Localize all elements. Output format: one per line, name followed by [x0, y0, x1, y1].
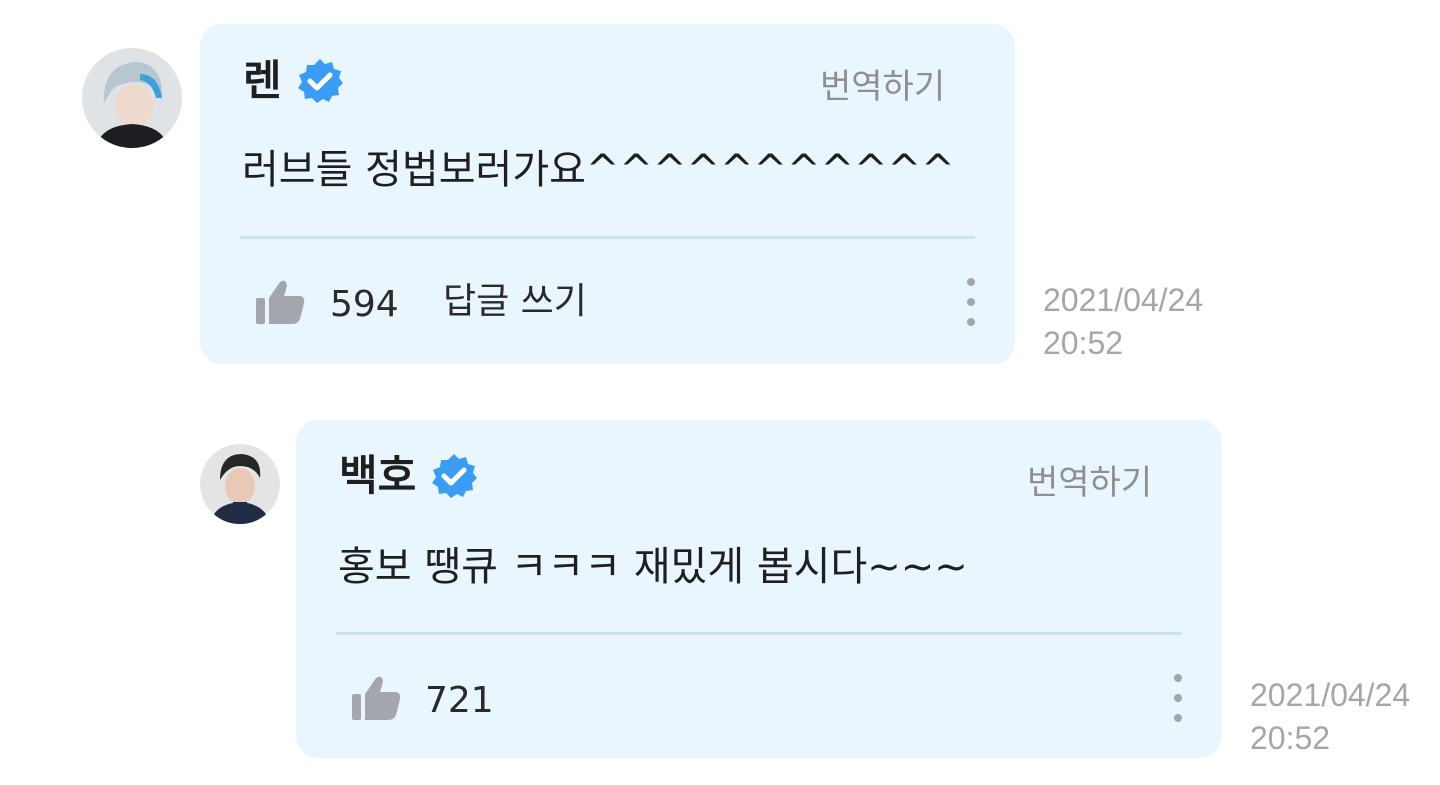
timestamp: 2021/04/24 20:52	[1250, 674, 1410, 760]
author-name[interactable]: 렌	[243, 60, 282, 102]
more-options-icon[interactable]	[965, 278, 977, 326]
comment-text: 러브들 정법보러가요^^^^^^^^^^^	[242, 147, 955, 193]
timestamp-date: 2021/04/24	[1043, 282, 1204, 318]
avatar-image	[200, 444, 280, 524]
author-name[interactable]: 백호	[339, 455, 416, 497]
timestamp-date: 2021/04/24	[1250, 677, 1411, 713]
reply-button[interactable]: 답글 쓰기	[443, 284, 587, 320]
like-count: 594	[330, 284, 399, 325]
more-options-icon[interactable]	[1172, 674, 1184, 722]
avatar-image	[82, 48, 182, 148]
verified-badge-icon	[432, 454, 478, 498]
author-avatar[interactable]	[82, 48, 182, 148]
like-count: 721	[425, 680, 494, 721]
timestamp-time: 20:52	[1250, 720, 1331, 756]
divider	[336, 632, 1182, 635]
thumbs-up-icon[interactable]	[254, 278, 306, 326]
thumbs-up-icon[interactable]	[350, 674, 402, 722]
timestamp-time: 20:52	[1043, 325, 1124, 361]
verified-badge-icon	[297, 59, 343, 103]
comment-text: 홍보 땡큐 ㅋㅋㅋ 재밌게 봅시다~~~	[338, 544, 968, 590]
author-row: 렌	[243, 57, 344, 105]
translate-button[interactable]: 번역하기	[1027, 466, 1152, 500]
timestamp: 2021/04/24 20:52	[1043, 279, 1203, 365]
author-avatar[interactable]	[200, 444, 280, 524]
author-row: 백호	[339, 452, 478, 500]
translate-button[interactable]: 번역하기	[820, 70, 945, 104]
divider	[240, 236, 975, 239]
